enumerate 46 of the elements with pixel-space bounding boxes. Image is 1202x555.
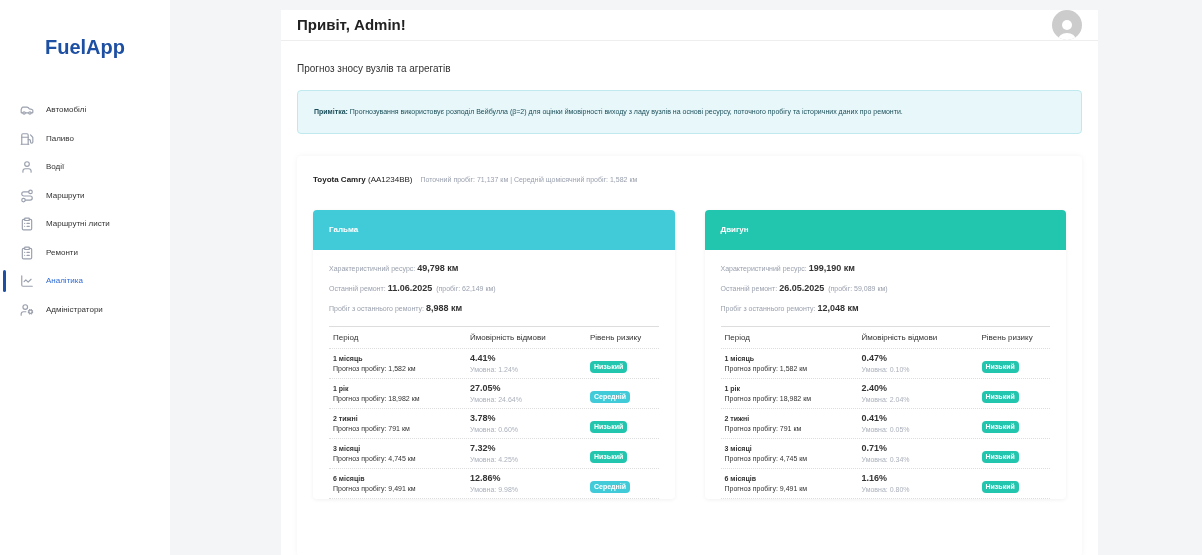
sidebar-item[interactable]: Ремонти (0, 245, 78, 260)
sidebar-item[interactable]: Автомобілі (0, 103, 87, 118)
column-header: Період (332, 331, 360, 344)
app-logo[interactable]: FuelApp (0, 32, 170, 62)
failure-probability: 3.78% (470, 414, 497, 423)
failure-probability: 12.86% (470, 474, 502, 483)
failure-probability: 1.16% (861, 474, 889, 483)
stat-value: 8,988 км (426, 302, 463, 315)
sidebar-item[interactable]: Аналітика (0, 274, 83, 289)
greeting-title: Привіт, Admin! (297, 14, 406, 35)
stat-value: 11.06.2025 (387, 282, 433, 295)
user-gear-icon (20, 302, 34, 317)
vehicle-name: Toyota Camry (AA1234BB) (313, 174, 413, 186)
clipboard-icon (20, 217, 34, 232)
sidebar-item[interactable]: Маршрути (0, 188, 85, 203)
stat-value: 199,190 км (808, 262, 855, 275)
column-header: Ймовірність відмови (469, 331, 547, 344)
line-chart-icon (20, 274, 34, 289)
column-header: Ймовірність відмови (860, 331, 939, 344)
sidebar-item[interactable]: Адміністратори (0, 302, 103, 317)
column-header: Рівень ризику (980, 331, 1034, 344)
column-header: Рівень ризику (589, 331, 643, 344)
sidebar-item[interactable]: Паливо (0, 131, 74, 146)
avatar-icon[interactable] (1052, 10, 1082, 40)
fuel-pump-icon (20, 131, 34, 146)
failure-probability: 0.41% (861, 414, 889, 423)
sidebar-item[interactable]: Маршрутні листи (0, 217, 110, 232)
component-header: Двигун (704, 210, 1066, 250)
stat-value: 12,048 км (817, 302, 859, 315)
failure-probability: 4.41% (470, 354, 497, 363)
person-icon (20, 160, 34, 175)
clipboard-icon (20, 245, 34, 260)
failure-probability: 0.71% (861, 444, 889, 453)
route-icon (20, 188, 34, 203)
car-icon (20, 103, 34, 118)
column-header: Період (723, 331, 751, 344)
failure-probability: 27.05% (470, 384, 502, 393)
component-header: Гальма (313, 210, 675, 250)
stat-value: 49,798 км (417, 262, 459, 275)
failure-probability: 7.32% (470, 444, 497, 453)
stat-value: 26.05.2025 (779, 282, 825, 295)
page-title: Прогноз зносу вузлів та агрегатів (297, 62, 452, 76)
sidebar-item[interactable]: Водії (0, 160, 65, 175)
failure-probability: 0.47% (861, 354, 889, 363)
failure-probability: 2.40% (861, 384, 889, 393)
active-indicator (3, 270, 6, 292)
